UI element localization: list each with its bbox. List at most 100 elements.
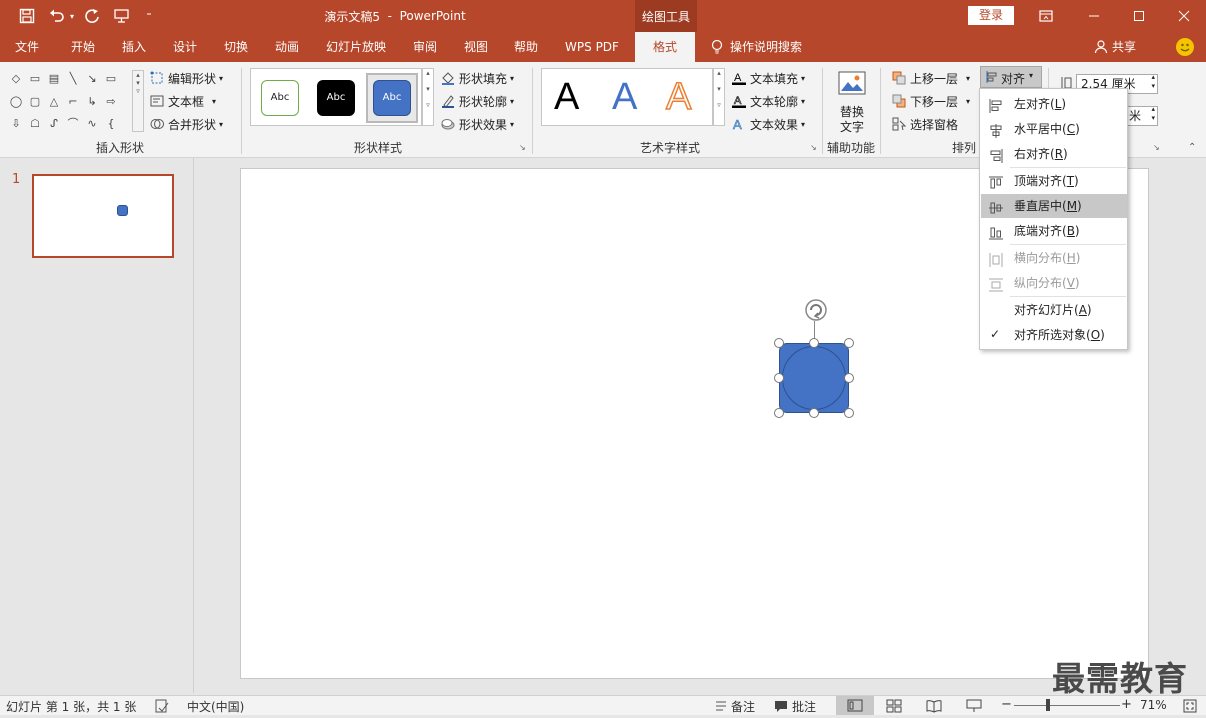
height-spinner-icon[interactable]: ▴ ▾	[1151, 73, 1155, 91]
ribbon-display-options-icon[interactable]	[1035, 0, 1057, 32]
zoom-slider-thumb[interactable]	[1046, 699, 1050, 711]
resize-handle-top-left[interactable]	[774, 338, 784, 348]
collapse-ribbon-icon[interactable]: ⌃	[1188, 142, 1200, 154]
menu-item-align-to-slide[interactable]: 对齐幻灯片(A)	[981, 298, 1127, 322]
text-outline-button[interactable]: A 文本轮廓 ▾	[732, 91, 805, 111]
style-sample-black[interactable]: Abc	[317, 80, 355, 116]
menu-item-align-right[interactable]: 右对齐(R)	[981, 142, 1127, 166]
shape-fill-button[interactable]: 形状填充 ▾	[441, 68, 514, 88]
shape-styles-launcher-icon[interactable]: ↘	[519, 143, 528, 152]
style-sample-blue[interactable]: Abc	[373, 80, 411, 116]
down-arrow-shape-icon[interactable]: ⇩	[8, 116, 24, 130]
save-icon[interactable]	[14, 0, 40, 32]
shapes-gallery[interactable]: ◇ ▭ ▤ ╲ ↘ ▭ ◯ ▢ △ ⌐ ↳ ⇨ ⇩ ☖ ᔑ ⌒ ∿ { ▴ ▾ ▿	[6, 68, 146, 132]
start-from-beginning-icon[interactable]	[110, 0, 134, 32]
login-button[interactable]: 登录	[968, 6, 1014, 25]
reading-view-icon[interactable]	[926, 699, 942, 713]
callout-shape-icon[interactable]: ☖	[27, 116, 43, 130]
zoom-level[interactable]: 71%	[1140, 698, 1167, 712]
customize-toolbar-icon[interactable]: ⁼	[142, 0, 156, 32]
fit-to-window-icon[interactable]	[1183, 699, 1197, 713]
menu-item-align-selected-objects[interactable]: ✓ 对齐所选对象(O)	[981, 323, 1127, 347]
line-shape-icon[interactable]: ╲	[65, 71, 81, 85]
tell-me-search[interactable]: 操作说明搜索	[730, 32, 820, 62]
oval-shape-icon[interactable]: ◯	[8, 94, 24, 108]
tab-view[interactable]: 视图	[454, 32, 498, 62]
undo-icon[interactable]	[46, 0, 68, 32]
align-button[interactable]: 对齐 ▾	[980, 66, 1042, 88]
shape-outline-button[interactable]: 形状轮廓 ▾	[441, 91, 514, 111]
slide-sorter-icon[interactable]	[886, 699, 902, 713]
wordart-sample-black[interactable]: A	[554, 75, 579, 119]
triangle-shape-icon[interactable]: △	[46, 94, 62, 108]
undo-dropdown-icon[interactable]: ▾	[67, 0, 77, 32]
spell-check-icon[interactable]	[155, 699, 169, 713]
share-person-icon[interactable]	[1094, 39, 1110, 55]
comments-button[interactable]: 批注	[792, 698, 816, 715]
slideshow-view-icon[interactable]	[966, 699, 982, 713]
resize-handle-top[interactable]	[809, 338, 819, 348]
wordart-gallery[interactable]: A A A	[541, 68, 713, 126]
comments-icon[interactable]	[774, 699, 788, 713]
shapes-gallery-scroll[interactable]: ▴ ▾ ▿	[132, 70, 144, 132]
right-arrow-shape-icon[interactable]: ⇨	[103, 94, 119, 108]
width-spinner-icon[interactable]: ▴ ▾	[1151, 105, 1155, 123]
slide-thumbnail[interactable]	[32, 174, 174, 258]
smiley-feedback-icon[interactable]	[1176, 38, 1194, 56]
merge-shapes-button[interactable]: 合并形状 ▾	[150, 114, 223, 134]
tab-review[interactable]: 审阅	[402, 32, 448, 62]
tab-help[interactable]: 帮助	[504, 32, 548, 62]
tab-slideshow[interactable]: 幻灯片放映	[318, 32, 394, 62]
selected-rounded-rectangle[interactable]	[779, 343, 849, 413]
alt-text-button[interactable]: 替换 文字	[834, 68, 870, 136]
tab-file[interactable]: 文件	[6, 32, 48, 62]
normal-view-button[interactable]	[836, 696, 874, 715]
maximize-icon[interactable]	[1128, 0, 1150, 32]
zoom-slider-track[interactable]	[1014, 705, 1120, 706]
textbox-shape-icon[interactable]: ▭	[27, 71, 43, 85]
tab-transitions[interactable]: 切换	[214, 32, 258, 62]
curve-shape-icon[interactable]: ⌒	[65, 116, 81, 130]
vertical-textbox-shape-icon[interactable]: ▤	[46, 71, 62, 85]
resize-handle-top-right[interactable]	[844, 338, 854, 348]
elbow-connector-shape-icon[interactable]: ⌐	[65, 94, 81, 108]
arrow-line-shape-icon[interactable]: ↘	[84, 71, 100, 85]
minimize-icon[interactable]	[1083, 0, 1105, 32]
notes-button[interactable]: 备注	[731, 698, 755, 715]
size-launcher-icon[interactable]: ↘	[1153, 143, 1162, 152]
elbow-arrow-shape-icon[interactable]: ↳	[84, 94, 100, 108]
rotate-handle-icon[interactable]	[803, 297, 829, 323]
notes-icon[interactable]	[714, 699, 728, 713]
zoom-in-button[interactable]: +	[1121, 697, 1132, 712]
menu-item-align-bottom[interactable]: 底端对齐(B)	[981, 219, 1127, 243]
selection-pane-button[interactable]: 选择窗格	[892, 114, 958, 134]
text-box-button[interactable]: 文本框 ▾	[150, 91, 216, 111]
resize-handle-bottom-left[interactable]	[774, 408, 784, 418]
redo-icon[interactable]	[82, 0, 102, 32]
resize-handle-right[interactable]	[844, 373, 854, 383]
style-sample-selected-frame[interactable]: Abc	[366, 73, 418, 123]
shape-styles-gallery[interactable]: Abc Abc Abc	[250, 68, 422, 126]
bring-forward-button[interactable]: 上移一层 ▾	[892, 68, 970, 88]
diamond-shape-icon[interactable]: ◇	[8, 71, 24, 85]
text-effects-button[interactable]: A 文本效果 ▾	[732, 114, 805, 134]
zoom-out-button[interactable]: −	[1001, 697, 1012, 712]
close-icon[interactable]	[1173, 0, 1195, 32]
rectangle-shape-icon[interactable]: ▭	[103, 71, 119, 85]
shape-styles-scroll[interactable]: ▴ ▾ ▿	[422, 68, 434, 126]
rounded-rect-shape-icon[interactable]: ▢	[27, 94, 43, 108]
wordart-launcher-icon[interactable]: ↘	[810, 143, 819, 152]
tab-home[interactable]: 开始	[60, 32, 106, 62]
send-backward-button[interactable]: 下移一层 ▾	[892, 91, 970, 111]
shape-effects-button[interactable]: 形状效果 ▾	[441, 114, 514, 134]
wordart-sample-blue[interactable]: A	[612, 75, 637, 119]
freeform-shape-icon[interactable]: ᔑ	[46, 116, 62, 130]
menu-item-align-middle[interactable]: 垂直居中(M)	[981, 194, 1127, 218]
tab-format[interactable]: 格式	[635, 32, 695, 62]
menu-item-align-center[interactable]: 水平居中(C)	[981, 117, 1127, 141]
edit-shape-button[interactable]: 编辑形状 ▾	[150, 68, 223, 88]
tab-wps-pdf[interactable]: WPS PDF	[556, 32, 628, 62]
tab-animations[interactable]: 动画	[264, 32, 310, 62]
share-button[interactable]: 共享	[1112, 32, 1142, 62]
wordart-sample-orange-outline[interactable]: A	[665, 75, 692, 119]
